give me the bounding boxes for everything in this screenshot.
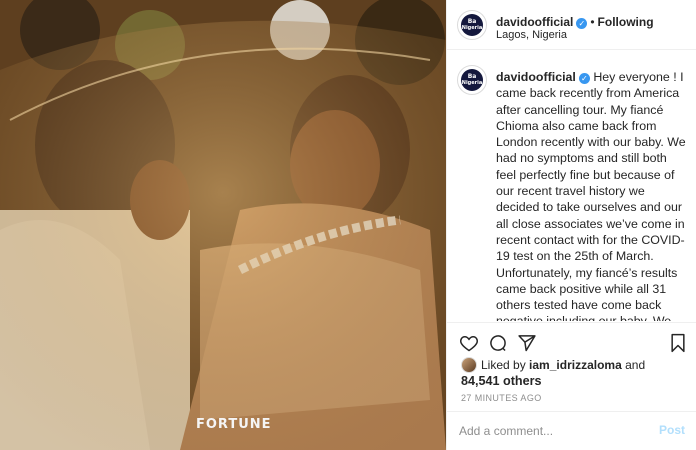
post-details-panel: Ba Nigeria davidoofficial ✓ • Following Lag… [446, 0, 696, 450]
heart-icon[interactable] [459, 333, 479, 358]
post-comment-button[interactable]: Post [659, 423, 685, 437]
liker-avatar[interactable] [461, 357, 477, 373]
caption-avatar-logo: Ba Nigeria [461, 69, 483, 91]
liker-username[interactable]: iam_idrizzaloma [529, 358, 622, 372]
bookmark-icon[interactable] [669, 333, 687, 358]
post-photo[interactable]: FORTUNE [0, 0, 446, 450]
comment-input[interactable] [459, 420, 649, 442]
post-image [0, 0, 446, 450]
likes-connector: and [625, 358, 646, 372]
post-location[interactable]: Lagos, Nigeria [496, 29, 567, 41]
photo-watermark: FORTUNE [196, 417, 272, 432]
liked-by-label: Liked by [481, 358, 526, 372]
author-avatar[interactable]: Ba Nigeria [457, 10, 487, 40]
caption-author-avatar[interactable]: Ba Nigeria [457, 65, 487, 95]
post-header: Ba Nigeria davidoofficial ✓ • Following Lag… [447, 0, 696, 50]
author-avatar-logo: Ba Nigeria [461, 14, 483, 36]
share-icon[interactable] [517, 333, 537, 358]
caption-verified-badge-icon: ✓ [578, 73, 590, 84]
author-username[interactable]: davidoofficial [496, 15, 573, 29]
likes-count[interactable]: 84,541 others [461, 374, 542, 388]
likes-summary: Liked by iam_idrizzaloma and [461, 357, 691, 375]
caption-section: Ba Nigeria davidoofficial ✓ Hey everyone … [447, 51, 696, 321]
comment-icon[interactable] [488, 333, 508, 358]
caption-body: Hey everyone ! I came back recently from… [496, 70, 686, 321]
following-button[interactable]: Following [598, 15, 654, 29]
separator-dot: • [590, 15, 595, 29]
post-timestamp[interactable]: 27 MINUTES AGO [461, 393, 542, 403]
comment-bar: Post [447, 411, 696, 450]
caption-username[interactable]: davidoofficial [496, 70, 576, 84]
caption-text-block: davidoofficial ✓ Hey everyone ! I came ba… [496, 69, 687, 321]
verified-badge-icon: ✓ [576, 18, 588, 29]
